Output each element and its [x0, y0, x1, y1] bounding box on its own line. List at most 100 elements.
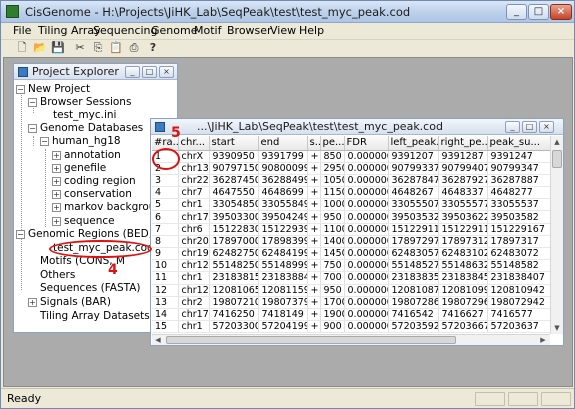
- table-cell[interactable]: 120810872: [388, 284, 439, 297]
- table-cell[interactable]: 0.000000: [344, 162, 389, 175]
- row-number-cell[interactable]: 13: [152, 296, 179, 309]
- table-row[interactable]: 10chr125514825055148999+7500.00000055148…: [152, 259, 550, 273]
- table-cell[interactable]: 90799337: [388, 162, 439, 175]
- table-cell[interactable]: chr19: [178, 247, 210, 261]
- open-icon[interactable]: 📂: [33, 41, 47, 55]
- table-cell[interactable]: 9391207: [388, 150, 439, 163]
- column-header[interactable]: s...: [307, 136, 321, 151]
- expand-icon[interactable]: +: [52, 189, 61, 199]
- row-number-cell[interactable]: 14: [152, 308, 179, 322]
- table-row[interactable]: 12chr12120810650120811599+9500.000000120…: [152, 284, 550, 297]
- table-cell[interactable]: 17897000: [209, 235, 259, 249]
- column-header[interactable]: right_pe...: [438, 136, 488, 151]
- menu-genome[interactable]: Genome: [151, 24, 197, 37]
- table-cell[interactable]: 57203637: [487, 320, 550, 334]
- table-cell[interactable]: 55148632: [438, 259, 488, 273]
- table-row[interactable]: 9chr196248275062484199+14500.00000062483…: [152, 247, 550, 261]
- table-cell[interactable]: 151228300: [209, 223, 259, 236]
- row-number-cell[interactable]: 10: [152, 259, 179, 273]
- table-cell[interactable]: +: [307, 223, 321, 236]
- table-cell[interactable]: +: [307, 210, 321, 224]
- table-cell[interactable]: 120810942: [487, 284, 550, 297]
- table-cell[interactable]: 62483072: [487, 247, 550, 261]
- table-cell[interactable]: 0.000000: [344, 150, 389, 163]
- table-cell[interactable]: 1150: [320, 186, 345, 200]
- table-cell[interactable]: 7418149: [258, 308, 308, 322]
- cut-icon[interactable]: ✂: [73, 41, 87, 55]
- column-header[interactable]: left_peak...: [388, 136, 439, 151]
- table-cell[interactable]: 0.000000: [344, 247, 389, 261]
- table-cell[interactable]: 33055507: [388, 198, 439, 212]
- row-number-cell[interactable]: 11: [152, 271, 179, 285]
- table-cell[interactable]: 198072962: [438, 296, 488, 309]
- expand-icon[interactable]: +: [52, 216, 61, 226]
- collapse-icon[interactable]: −: [28, 97, 37, 107]
- tree-item-annotation[interactable]: + annotation: [52, 149, 121, 162]
- copy-icon[interactable]: ⎘: [91, 41, 105, 55]
- tree-item-conservation[interactable]: + conservation: [52, 188, 132, 201]
- table-cell[interactable]: 7416542: [388, 308, 439, 322]
- table-cell[interactable]: 17897312: [438, 235, 488, 249]
- table-cell[interactable]: 57203667: [438, 320, 488, 334]
- tree-item-markov-background[interactable]: + markov backgroun: [52, 201, 162, 214]
- table-cell[interactable]: 7416627: [438, 308, 488, 322]
- table-cell[interactable]: +: [307, 162, 321, 175]
- table-cell[interactable]: +: [307, 198, 321, 212]
- table-cell[interactable]: 950: [320, 284, 345, 297]
- table-cell[interactable]: 750: [320, 259, 345, 273]
- table-cell[interactable]: 700: [320, 271, 345, 285]
- print-icon[interactable]: ⎙: [127, 41, 141, 55]
- table-cell[interactable]: 900: [320, 320, 345, 334]
- maximize-button[interactable]: □: [528, 4, 549, 20]
- table-cell[interactable]: 33054850: [209, 198, 259, 212]
- table-cell[interactable]: 36287847: [388, 174, 439, 188]
- table-close-button[interactable]: ×: [539, 121, 554, 133]
- table-cell[interactable]: 39504249: [258, 210, 308, 224]
- table-cell[interactable]: 1400: [320, 235, 345, 249]
- table-cell[interactable]: 55148250: [209, 259, 259, 273]
- collapse-icon[interactable]: −: [28, 123, 37, 133]
- table-cell[interactable]: 1000: [320, 198, 345, 212]
- table-cell[interactable]: 0.000000: [344, 210, 389, 224]
- tree-item-genome-databases[interactable]: − Genome Databases: [28, 122, 143, 135]
- table-cell[interactable]: 1900: [320, 308, 345, 322]
- expand-icon[interactable]: +: [52, 163, 61, 173]
- table-cell[interactable]: 1050: [320, 174, 345, 188]
- table-cell[interactable]: 9391247: [487, 150, 550, 163]
- expand-icon[interactable]: +: [28, 297, 37, 307]
- help-icon[interactable]: ?: [146, 41, 160, 55]
- menu-browser[interactable]: Browser: [227, 24, 272, 37]
- table-cell[interactable]: +: [307, 186, 321, 200]
- table-cell[interactable]: 1700: [320, 296, 345, 309]
- table-cell[interactable]: 0.000000: [344, 198, 389, 212]
- table-cell[interactable]: 4647550: [209, 186, 259, 200]
- close-button[interactable]: ×: [550, 4, 572, 20]
- table-cell[interactable]: +: [307, 174, 321, 188]
- table-cell[interactable]: chr17: [178, 308, 210, 322]
- minimize-button[interactable]: _: [506, 4, 527, 20]
- table-cell[interactable]: 198072867: [388, 296, 439, 309]
- collapse-icon[interactable]: −: [40, 136, 49, 146]
- table-cell[interactable]: 231838352: [388, 271, 439, 285]
- table-row[interactable]: 5chr13305485033055849+10000.000000330555…: [152, 198, 550, 212]
- tree-item-genomic-regions[interactable]: − Genomic Regions (BED, C: [16, 228, 163, 241]
- table-cell[interactable]: 120810650: [209, 284, 259, 297]
- table-cell[interactable]: 0.000000: [344, 235, 389, 249]
- explorer-minimize-button[interactable]: _: [125, 66, 140, 78]
- table-cell[interactable]: 90799347: [487, 162, 550, 175]
- table-title-bar[interactable]: ...\JiHK_Lab\SeqPeak\test\test_myc_peak.…: [151, 119, 563, 135]
- table-cell[interactable]: 57204199: [258, 320, 308, 334]
- tree-item-new-project[interactable]: − New Project: [16, 83, 90, 96]
- collapse-icon[interactable]: −: [16, 229, 25, 239]
- tree-item-human-hg18[interactable]: − human_hg18: [40, 135, 121, 148]
- table-cell[interactable]: 7416250: [209, 308, 259, 322]
- horizontal-scroll-thumb[interactable]: [166, 336, 456, 344]
- table-cell[interactable]: 9391287: [438, 150, 488, 163]
- table-minimize-button[interactable]: _: [505, 121, 520, 133]
- explorer-maximize-button[interactable]: □: [142, 66, 157, 78]
- explorer-title-bar[interactable]: Project Explorer _ □ ×: [14, 64, 177, 80]
- tree-item-others[interactable]: Others: [40, 269, 75, 282]
- table-cell[interactable]: 62483102: [438, 247, 488, 261]
- column-header[interactable]: pe...: [320, 136, 345, 151]
- table-cell[interactable]: 2950: [320, 162, 345, 175]
